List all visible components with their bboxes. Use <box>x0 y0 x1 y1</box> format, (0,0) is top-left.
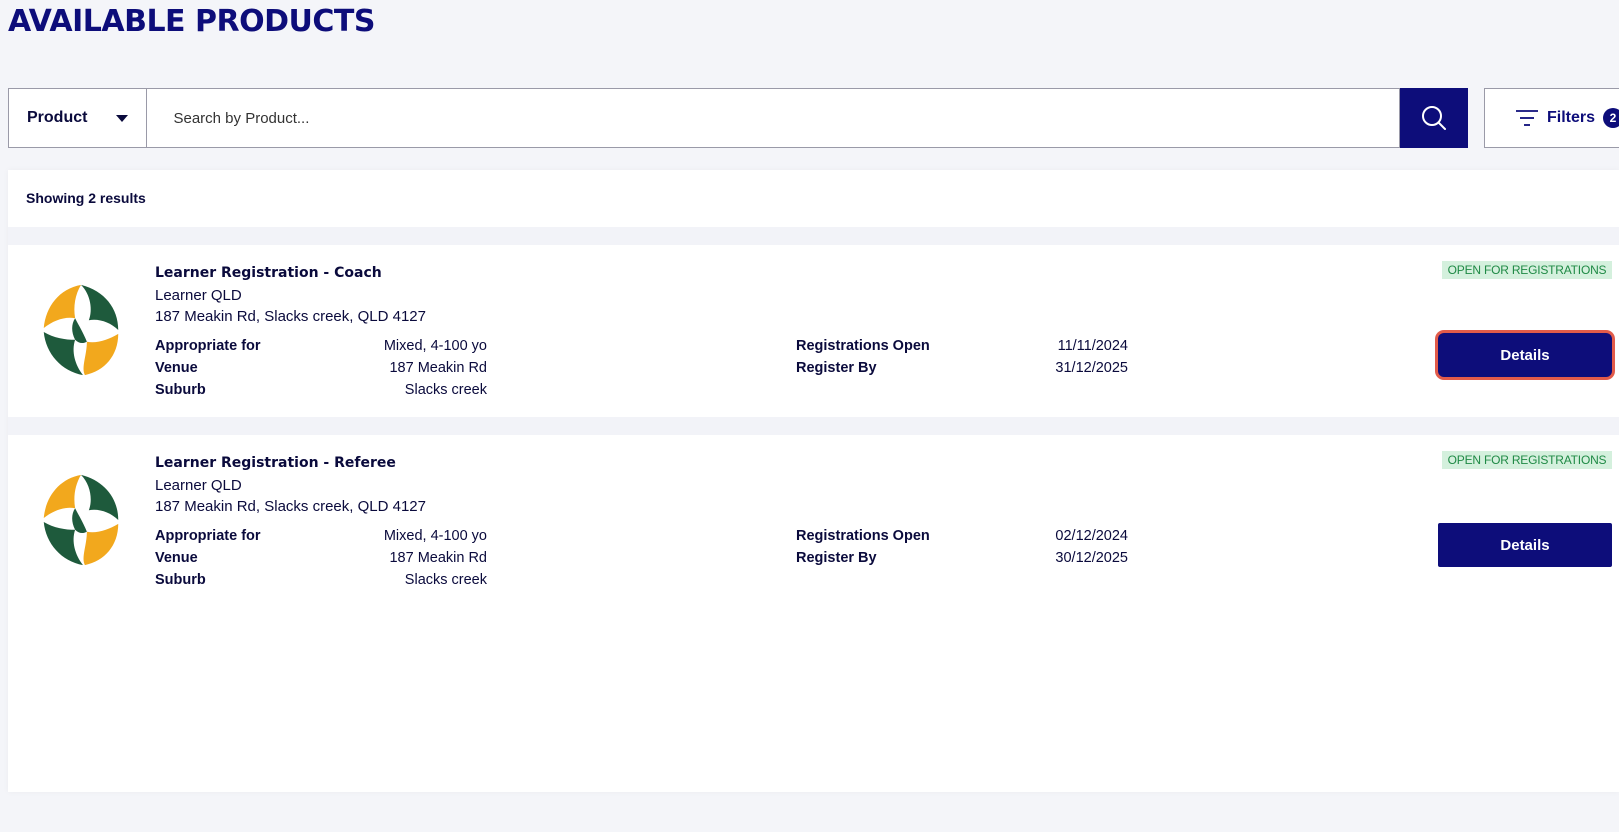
filters-button[interactable]: Filters 2 <box>1484 88 1619 148</box>
suburb-label: Suburb <box>155 572 206 588</box>
product-title: Learner Registration - Coach <box>155 265 382 281</box>
football-australia-logo <box>33 282 129 378</box>
suburb-value: Slacks creek <box>404 382 487 398</box>
register-by-value: 31/12/2025 <box>1055 360 1128 376</box>
product-info: Appropriate for Mixed, 4-100 yo Venue 18… <box>155 527 487 589</box>
registration-dates: Registrations Open 02/12/2024 Register B… <box>796 527 1128 567</box>
page-title: AVAILABLE PRODUCTS <box>8 4 375 39</box>
search-category-label: Product <box>27 109 88 126</box>
venue-label: Venue <box>155 550 198 566</box>
results-count: Showing 2 results <box>26 190 146 206</box>
status-badge: OPEN FOR REGISTRATIONS <box>1442 261 1612 279</box>
football-australia-logo <box>33 472 129 568</box>
search-input[interactable] <box>147 88 1401 148</box>
appropriate-for-label: Appropriate for <box>155 528 261 544</box>
product-address: 187 Meakin Rd, Slacks creek, QLD 4127 <box>155 498 426 515</box>
filter-lines-icon <box>1516 110 1538 126</box>
results-panel: Showing 2 results Learner Registration -… <box>8 170 1619 792</box>
registrations-open-label: Registrations Open <box>796 528 930 544</box>
appropriate-for-label: Appropriate for <box>155 338 261 354</box>
register-by-label: Register By <box>796 360 877 376</box>
appropriate-for-value: Mixed, 4-100 yo <box>383 338 487 354</box>
register-by-value: 30/12/2025 <box>1055 550 1128 566</box>
product-card: Learner Registration - Coach Learner QLD… <box>8 227 1619 417</box>
venue-value: 187 Meakin Rd <box>389 360 487 376</box>
product-organisation: Learner QLD <box>155 477 242 494</box>
search-category-select[interactable]: Product <box>8 88 148 148</box>
search-icon <box>1422 106 1447 130</box>
details-button[interactable]: Details <box>1438 523 1612 567</box>
suburb-value: Slacks creek <box>404 572 487 588</box>
product-info: Appropriate for Mixed, 4-100 yo Venue 18… <box>155 337 487 399</box>
register-by-label: Register By <box>796 550 877 566</box>
details-button[interactable]: Details <box>1438 333 1612 377</box>
filters-label: Filters <box>1547 109 1596 126</box>
registrations-open-value: 11/11/2024 <box>1057 338 1128 354</box>
registrations-open-value: 02/12/2024 <box>1055 528 1128 544</box>
venue-value: 187 Meakin Rd <box>389 550 487 566</box>
product-organisation: Learner QLD <box>155 287 242 304</box>
registration-dates: Registrations Open 11/11/2024 Register B… <box>796 337 1128 377</box>
search-button[interactable] <box>1400 88 1468 148</box>
filters-count-badge: 2 <box>1603 108 1619 128</box>
suburb-label: Suburb <box>155 382 206 398</box>
status-badge: OPEN FOR REGISTRATIONS <box>1442 451 1612 469</box>
registrations-open-label: Registrations Open <box>796 338 930 354</box>
search-bar: Product <box>8 88 1468 148</box>
product-address: 187 Meakin Rd, Slacks creek, QLD 4127 <box>155 308 426 325</box>
chevron-down-icon <box>116 114 129 122</box>
product-card: Learner Registration - Referee Learner Q… <box>8 417 1619 607</box>
appropriate-for-value: Mixed, 4-100 yo <box>383 528 487 544</box>
product-title: Learner Registration - Referee <box>155 455 396 471</box>
venue-label: Venue <box>155 360 198 376</box>
